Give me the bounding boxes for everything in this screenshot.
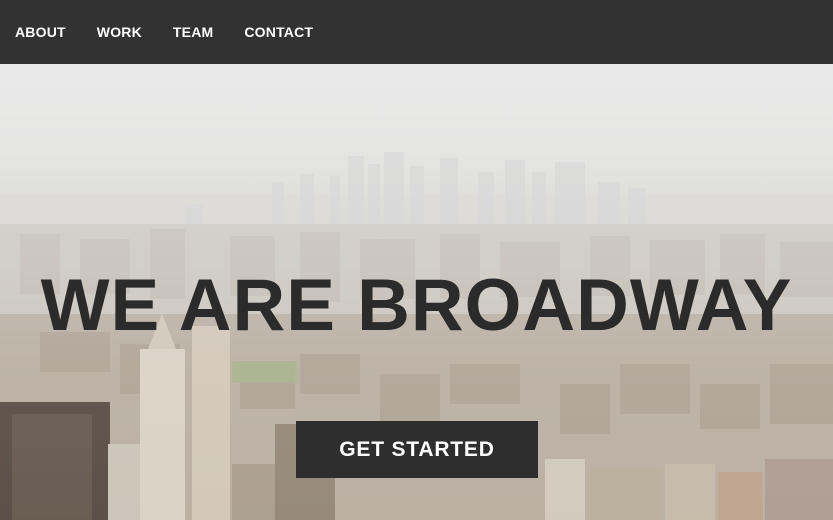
nav-link-contact[interactable]: CONTACT bbox=[244, 0, 313, 64]
get-started-button[interactable]: GET STARTED bbox=[296, 421, 538, 478]
main-nav: ABOUT WORK TEAM CONTACT bbox=[0, 0, 344, 64]
nav-link-about[interactable]: ABOUT bbox=[15, 0, 66, 64]
nav-link-team[interactable]: TEAM bbox=[173, 0, 213, 64]
top-navigation-bar: ABOUT WORK TEAM CONTACT bbox=[0, 0, 833, 64]
hero-headline: WE ARE BROADWAY bbox=[40, 265, 793, 346]
hero-section: WE ARE BROADWAY GET STARTED bbox=[0, 64, 833, 520]
nav-link-work[interactable]: WORK bbox=[97, 0, 142, 64]
